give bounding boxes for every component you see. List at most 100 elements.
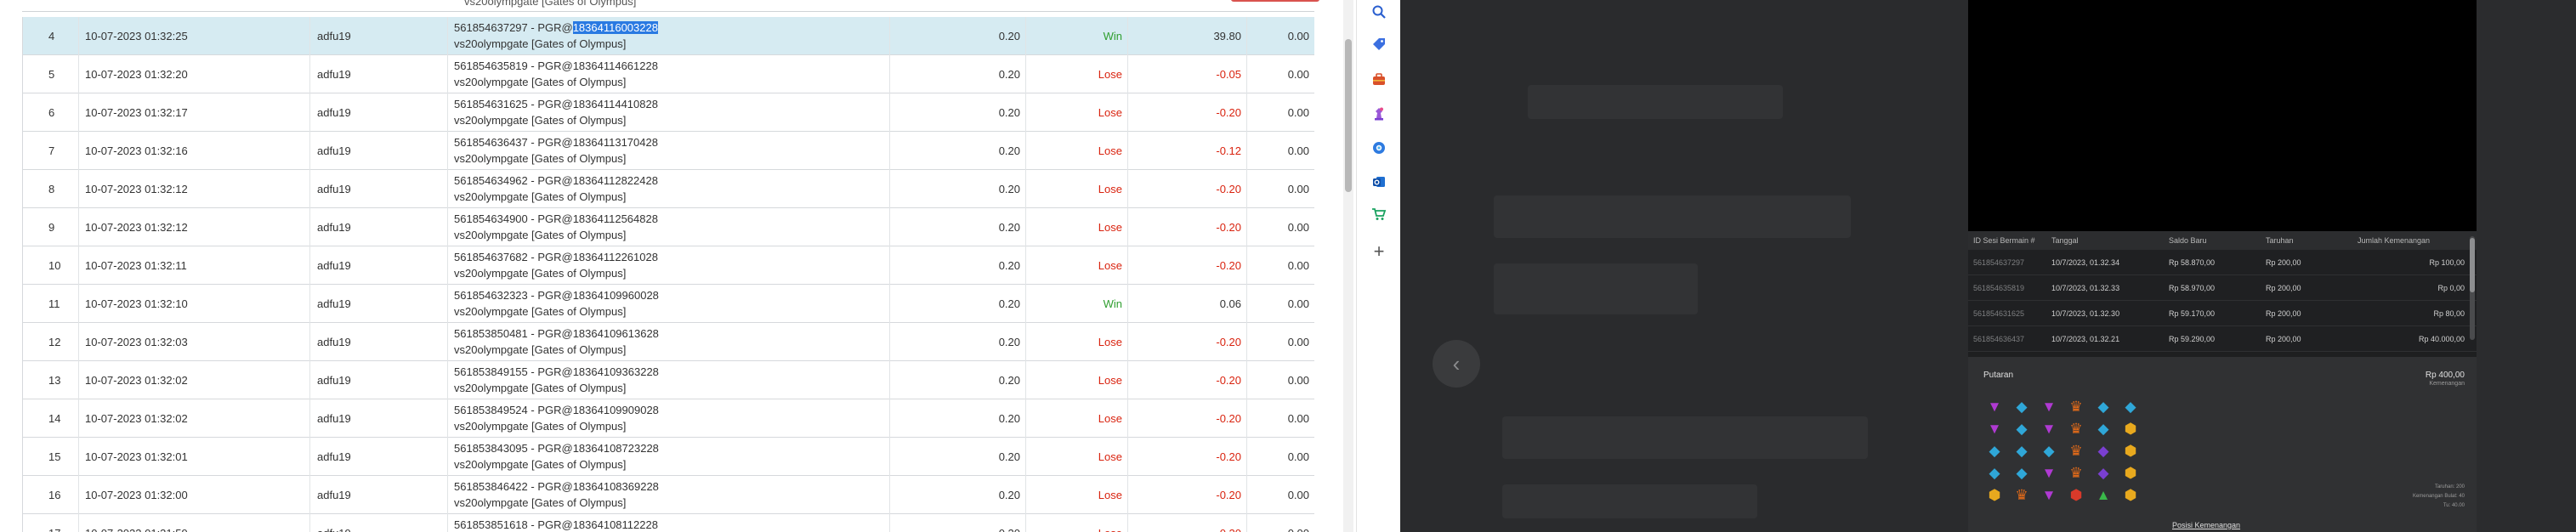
round-id[interactable]: 18364116003228 [572, 21, 658, 34]
bet-cell: 0.20 [889, 514, 1025, 532]
row-number-text: 15 [48, 450, 61, 463]
round-id[interactable]: 18364108112228 [573, 518, 658, 531]
winning-positions-link[interactable]: Posisi Kemenangan [2172, 521, 2240, 529]
tag-icon[interactable] [1369, 34, 1389, 54]
round-id[interactable]: 18364114410828 [573, 98, 658, 110]
table-row[interactable]: 14 10-07-2023 01:32:02 adfu19 561853849524 … [22, 399, 1314, 438]
winloss-cell: -0.12 [1127, 132, 1246, 170]
game-name: vs20olympgate [Gates of Olympus] [454, 76, 627, 88]
result-cell-text: Lose [1098, 68, 1122, 81]
row-number-text: 8 [48, 183, 55, 195]
row-number-text: 6 [48, 106, 55, 119]
game-name: vs20olympgate [Gates of Olympus] [454, 420, 627, 433]
round-cell: 561854634900 - PGR@18364112564828 vs20oly… [447, 208, 889, 246]
datetime-cell: 10-07-2023 01:32:01 [78, 438, 309, 476]
extra-cell-text: 0.00 [1287, 412, 1309, 425]
extra-cell-text: 0.00 [1287, 450, 1309, 463]
round-id[interactable]: 18364112261028 [573, 251, 658, 263]
extra-cell: 0.00 [1246, 132, 1314, 170]
round-id[interactable]: 18364109909028 [573, 404, 659, 416]
history-scrollbar-thumb[interactable] [2470, 238, 2475, 292]
round-cell: 561854637297 - PGR@18364116003228 vs20oly… [447, 17, 889, 55]
chess-icon[interactable] [1369, 104, 1389, 124]
reel-symbol-icon: ▼ [2041, 421, 2057, 437]
round-id[interactable]: 18364108723228 [573, 442, 659, 455]
table-row[interactable]: 12 10-07-2023 01:32:03 adfu19 561853850481 … [22, 323, 1314, 361]
username-cell-text: adfu19 [317, 68, 351, 81]
back-button[interactable]: ‹ [1433, 340, 1480, 388]
bet-info-line: Kemenangan Bulat: 40 [2412, 494, 2465, 499]
history-scrollbar[interactable] [2470, 236, 2475, 340]
reel-symbol-icon: ◆ [2016, 399, 2028, 415]
bet-cell-text: 0.20 [999, 527, 1020, 532]
round-id[interactable]: 18364108369228 [573, 480, 659, 493]
table-row[interactable]: 10 10-07-2023 01:32:11 adfu19 561854637682 … [22, 246, 1314, 285]
history-table-header: ID Sesi Bermain # Tanggal Saldo Baru Tar… [1968, 231, 2477, 250]
table-row[interactable]: 13 10-07-2023 01:32:02 adfu19 561853849155 … [22, 361, 1314, 399]
history-row[interactable]: 561854636437 10/7/2023, 01.32.21 Rp 59.290… [1968, 326, 2477, 352]
session-win: Rp 100,00 [2429, 258, 2465, 267]
bet-cell: 0.20 [889, 55, 1025, 93]
result-cell: Lose [1025, 399, 1127, 438]
table-row[interactable]: 4 10-07-2023 01:32:25 adfu19 561854637297 -… [22, 17, 1314, 55]
reel-symbol-icon: ◆ [1989, 443, 2000, 459]
briefcase-icon[interactable] [1369, 70, 1389, 90]
round-cell: 561853843095 - PGR@18364108723228 vs20oly… [447, 438, 889, 476]
previous-row-game: vs20olympgate [Gates of Olympus] [464, 0, 637, 8]
top-action-button[interactable] [1231, 0, 1319, 2]
col-date: Tanggal [2051, 236, 2079, 245]
history-row[interactable]: 561854635819 10/7/2023, 01.32.33 Rp 58.970… [1968, 275, 2477, 301]
result-cell: Lose [1025, 132, 1127, 170]
extra-cell-text: 0.00 [1287, 144, 1309, 157]
round-prefix: 561854631625 - PGR@ [454, 98, 573, 110]
table-row[interactable]: 8 10-07-2023 01:32:12 adfu19 561854634962 -… [22, 170, 1314, 208]
table-scrollbar[interactable] [1343, 0, 1353, 532]
history-row[interactable]: 561854637297 10/7/2023, 01.32.34 Rp 58.870… [1968, 250, 2477, 275]
datetime-cell: 10-07-2023 01:31:59 [78, 514, 309, 532]
copilot-icon[interactable] [1369, 138, 1389, 158]
table-row[interactable]: 7 10-07-2023 01:32:16 adfu19 561854636437 -… [22, 132, 1314, 170]
datetime-cell-text: 10-07-2023 01:32:10 [85, 297, 188, 310]
round-id[interactable]: 18364112564828 [573, 212, 658, 225]
extra-cell: 0.00 [1246, 93, 1314, 132]
reel-symbol-icon: ⬢ [2124, 487, 2137, 503]
round-id[interactable]: 18364114661228 [573, 59, 658, 72]
extra-cell-text: 0.00 [1287, 297, 1309, 310]
datetime-cell: 10-07-2023 01:32:16 [78, 132, 309, 170]
winloss-cell: -0.05 [1127, 55, 1246, 93]
outlook-icon[interactable] [1369, 172, 1389, 192]
username-cell: adfu19 [309, 438, 447, 476]
cart-icon[interactable] [1369, 204, 1389, 224]
extra-cell: 0.00 [1246, 246, 1314, 285]
table-row[interactable]: 9 10-07-2023 01:32:12 adfu19 561854634900 -… [22, 208, 1314, 246]
table-row[interactable]: 5 10-07-2023 01:32:20 adfu19 561854635819 -… [22, 55, 1314, 93]
table-row[interactable]: 17 10-07-2023 01:31:59 adfu19 561853851618 … [22, 514, 1314, 532]
winloss-cell-text: -0.20 [1216, 412, 1241, 425]
game-name: vs20olympgate [Gates of Olympus] [454, 458, 627, 471]
bet-cell: 0.20 [889, 361, 1025, 399]
datetime-cell: 10-07-2023 01:32:00 [78, 476, 309, 514]
game-replay-area [1968, 0, 2477, 231]
datetime-cell-text: 10-07-2023 01:32:03 [85, 336, 188, 348]
round-id[interactable]: 18364112822428 [573, 174, 658, 187]
winloss-cell: -0.20 [1127, 323, 1246, 361]
table-row[interactable]: 15 10-07-2023 01:32:01 adfu19 561853843095 … [22, 438, 1314, 476]
table-scrollbar-thumb[interactable] [1345, 39, 1352, 192]
search-icon[interactable] [1369, 2, 1389, 22]
add-icon[interactable]: + [1369, 241, 1389, 262]
round-prefix: 561853843095 - PGR@ [454, 442, 573, 455]
round-prefix: 561853850481 - PGR@ [454, 327, 573, 340]
history-row[interactable]: 561854631625 10/7/2023, 01.32.30 Rp 59.170… [1968, 301, 2477, 326]
round-id[interactable]: 18364109363228 [573, 365, 659, 378]
row-number-text: 5 [48, 68, 55, 81]
session-id: 561854635819 [1973, 284, 2025, 292]
round-id[interactable]: 18364109960028 [573, 289, 659, 302]
table-row[interactable]: 16 10-07-2023 01:32:00 adfu19 561853846422 … [22, 476, 1314, 514]
datetime-cell-text: 10-07-2023 01:32:16 [85, 144, 188, 157]
round-id[interactable]: 18364113170428 [573, 136, 658, 149]
table-row[interactable]: 11 10-07-2023 01:32:10 adfu19 561854632323 … [22, 285, 1314, 323]
username-cell: adfu19 [309, 132, 447, 170]
result-cell: Lose [1025, 438, 1127, 476]
table-row[interactable]: 6 10-07-2023 01:32:17 adfu19 561854631625 -… [22, 93, 1314, 132]
round-id[interactable]: 18364109613628 [573, 327, 659, 340]
